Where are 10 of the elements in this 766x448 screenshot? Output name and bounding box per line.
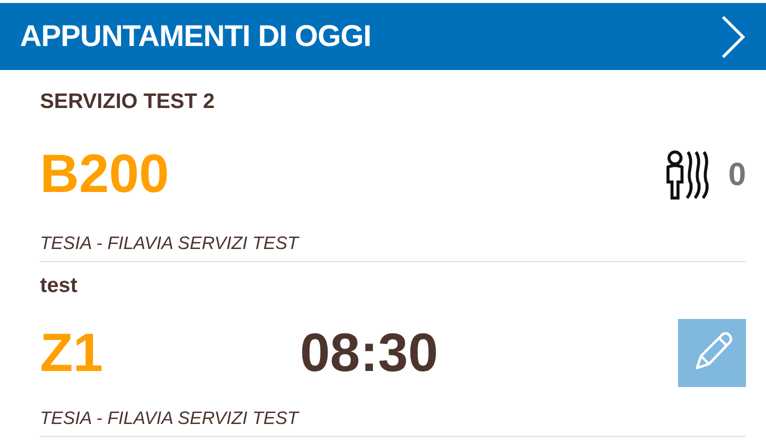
ticket-code: Z1: [40, 326, 104, 380]
location-text: TESIA - FILAVIA SERVIZI TEST: [40, 232, 298, 252]
location-text: TESIA - FILAVIA SERVIZI TEST: [40, 408, 298, 428]
chevron-right-icon[interactable]: [720, 14, 746, 58]
appointment-time: 08:30: [300, 326, 438, 380]
service-name: test: [40, 274, 78, 296]
waiting-count: 0: [728, 154, 746, 194]
header-title: APPUNTAMENTI DI OGGI: [20, 19, 372, 55]
ticket-code: B200: [40, 146, 170, 200]
service-name: SERVIZIO TEST 2: [40, 90, 215, 113]
